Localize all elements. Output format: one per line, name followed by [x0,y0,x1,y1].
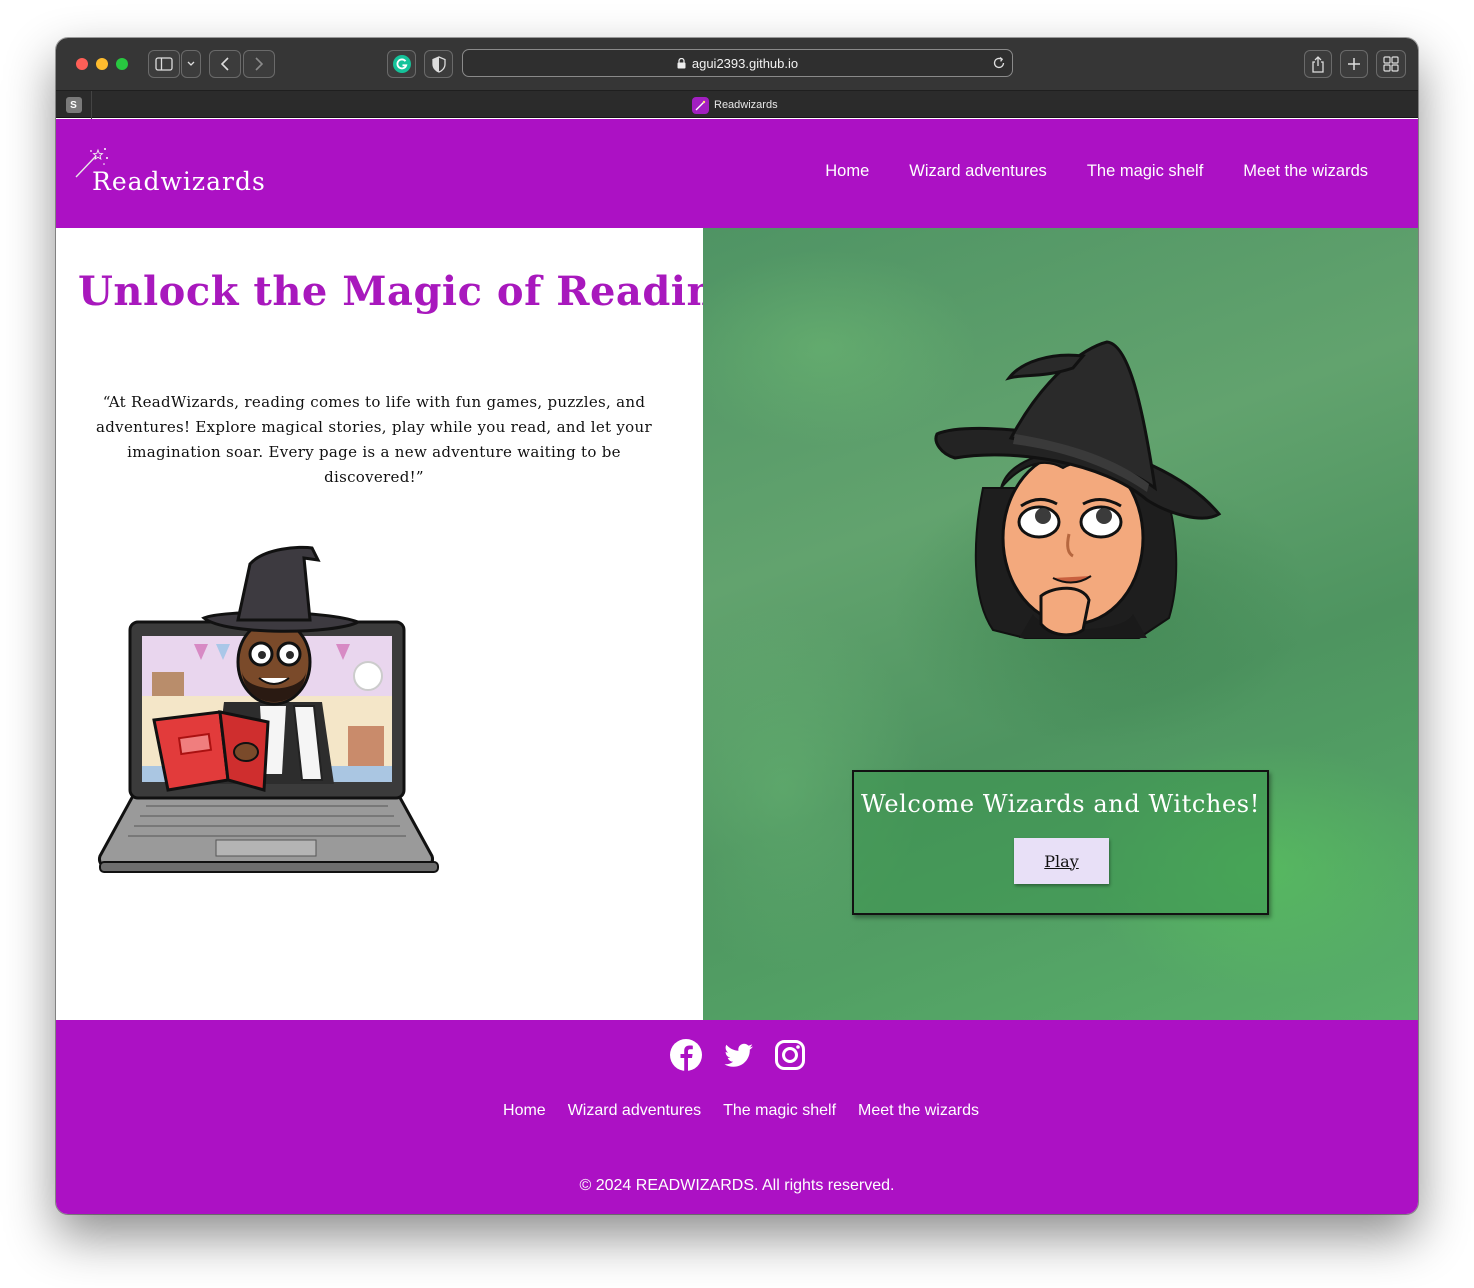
browser-window: agui2393.github.io S Readwizards Readwiz… [56,38,1418,1214]
welcome-panel: Welcome Wizards and Witches! Play [703,228,1418,1020]
tab-bar: S Readwizards [56,90,1418,119]
chevron-down-icon [187,61,195,66]
back-button[interactable] [209,50,241,78]
lock-icon [677,57,686,68]
privacy-extension-button[interactable] [424,50,453,78]
forward-button[interactable] [243,50,275,78]
tab-title: Readwizards [714,99,778,111]
footer-link-magic-shelf[interactable]: The magic shelf [723,1102,836,1120]
close-window-button[interactable] [76,58,88,70]
copyright-text: © 2024 READWIZARDS. All rights reserved. [579,1177,895,1194]
plus-icon [1348,58,1360,70]
instagram-icon[interactable] [773,1038,807,1072]
brand-name: Readwizards [92,167,266,196]
welcome-title: Welcome Wizards and Witches! [861,790,1260,818]
pinned-tab[interactable]: S [56,91,92,119]
main-nav: Home Wizard adventures The magic shelf M… [825,162,1368,181]
reload-icon[interactable] [992,56,1006,70]
active-tab[interactable]: Readwizards [692,96,778,114]
hero-title: Unlock the Magic of Reading! [78,268,763,315]
sidebar-menu-button[interactable] [181,50,201,78]
wizard-laptop-illustration [98,545,439,873]
grammarly-extension-button[interactable] [387,50,416,78]
brand-logo[interactable]: Readwizards [74,145,265,205]
site-footer: Home Wizard adventures The magic shelf M… [56,1020,1418,1214]
footer-link-home[interactable]: Home [503,1102,546,1120]
intro-panel: Unlock the Magic of Reading! “At ReadWiz… [56,228,762,1020]
site-navbar: Readwizards Home Wizard adventures The m… [56,119,1418,228]
welcome-card: Welcome Wizards and Witches! Play [852,770,1269,915]
play-button[interactable]: Play [1014,838,1109,884]
nav-link-meet-wizards[interactable]: Meet the wizards [1243,162,1368,181]
sidebar-toggle-button[interactable] [148,50,180,78]
sidebar-icon [155,57,173,71]
share-button[interactable] [1304,50,1332,78]
footer-link-wizard-adventures[interactable]: Wizard adventures [568,1102,701,1120]
address-bar[interactable]: agui2393.github.io [462,49,1013,77]
twitter-icon[interactable] [721,1038,755,1072]
footer-nav: Home Wizard adventures The magic shelf M… [56,1102,1418,1120]
witch-illustration [934,340,1222,639]
wand-favicon-icon [692,96,709,114]
grammarly-icon [392,55,411,73]
tab-overview-button[interactable] [1376,50,1406,78]
facebook-icon[interactable] [669,1038,703,1072]
share-icon [1312,55,1324,73]
footer-link-meet-wizards[interactable]: Meet the wizards [858,1102,979,1120]
grid-icon [1383,56,1399,72]
nav-link-home[interactable]: Home [825,162,869,181]
pinned-tab-icon: S [65,97,82,113]
website: Readwizards Home Wizard adventures The m… [56,119,1418,1214]
shield-icon [431,55,446,73]
url-text: agui2393.github.io [691,55,799,71]
chevron-right-icon [255,57,264,71]
new-tab-button[interactable] [1340,50,1368,78]
nav-link-magic-shelf[interactable]: The magic shelf [1087,162,1203,181]
browser-toolbar: agui2393.github.io [56,38,1418,90]
hero-quote: “At ReadWizards, reading comes to life w… [96,393,652,486]
zoom-window-button[interactable] [116,58,128,70]
nav-link-wizard-adventures[interactable]: Wizard adventures [909,162,1047,181]
minimize-window-button[interactable] [96,58,108,70]
social-links [669,1038,807,1072]
chevron-left-icon [220,57,229,71]
